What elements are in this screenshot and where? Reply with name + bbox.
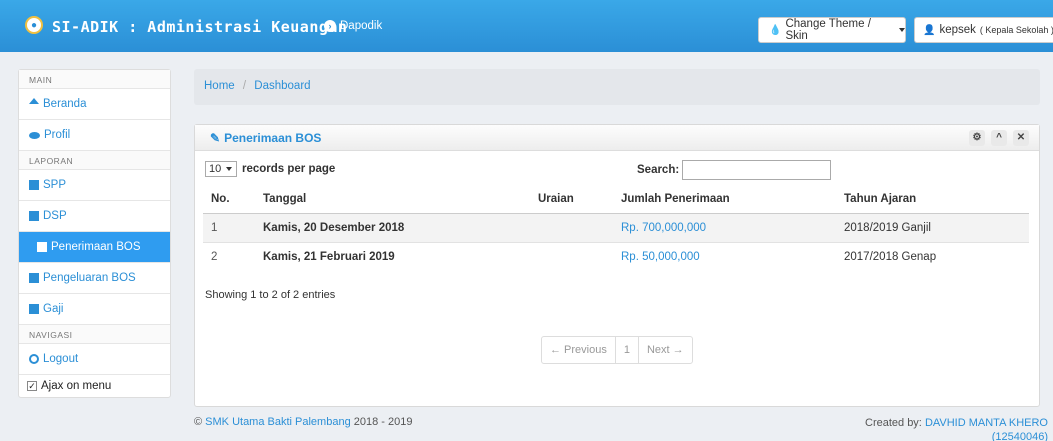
sidebar: MAIN Beranda Profil LAPORAN SPP DSP Pene… xyxy=(18,69,171,398)
sidebar-item-label: Pengeluaran BOS xyxy=(43,272,136,284)
pagination: ← Previous 1 Next → xyxy=(541,336,693,364)
sidebar-item-label: Penerimaan BOS xyxy=(51,241,141,253)
next-button[interactable]: Next → xyxy=(639,337,692,363)
user-role: ( Kepala Sekolah ) xyxy=(979,25,1053,35)
cell-tahun: 2017/2018 Genap xyxy=(836,241,1029,271)
dapodik-link[interactable]: › Dapodik xyxy=(324,20,382,32)
page-1-button[interactable]: 1 xyxy=(616,337,639,363)
sidebar-item-label: Logout xyxy=(43,353,79,365)
settings-icon[interactable]: ⚙ xyxy=(969,130,985,146)
sidebar-section-navigasi: NAVIGASI xyxy=(19,325,170,344)
cell-jumlah: Rp. 700,000,000 xyxy=(613,212,836,242)
sidebar-item-label: Beranda xyxy=(43,98,87,110)
change-theme-label: Change Theme / Skin xyxy=(785,18,871,42)
sidebar-item-dsp[interactable]: DSP xyxy=(19,201,170,232)
sidebar-item-pengeluaran-bos[interactable]: Pengeluaran BOS xyxy=(19,263,170,294)
cell-jumlah: Rp. 50,000,000 xyxy=(613,241,836,271)
column-header-tanggal[interactable]: Tanggal xyxy=(255,186,530,214)
penerimaan-bos-panel: ✎ Penerimaan BOS ⚙ ^ ✕ 10 records per pa… xyxy=(194,124,1040,407)
previous-button[interactable]: ← Previous xyxy=(542,337,616,363)
ajax-label: Ajax on menu xyxy=(41,380,112,392)
user-icon: 👤 xyxy=(923,24,936,36)
table-row[interactable]: 1 Kamis, 20 Desember 2018 Rp. 700,000,00… xyxy=(203,212,1029,242)
arrow-circle-icon: › xyxy=(324,20,336,32)
sidebar-section-laporan: LAPORAN xyxy=(19,151,170,170)
sidebar-item-logout[interactable]: Logout xyxy=(19,344,170,375)
home-icon xyxy=(29,98,39,104)
cell-tanggal: Kamis, 20 Desember 2018 xyxy=(255,212,530,242)
book-icon xyxy=(29,180,39,190)
column-header-jumlah[interactable]: Jumlah Penerimaan xyxy=(613,186,836,214)
column-header-uraian[interactable]: Uraian xyxy=(530,186,613,214)
caret-down-icon xyxy=(899,28,905,32)
user-name: kepsek xyxy=(939,24,976,36)
records-per-page: 10 records per page xyxy=(205,161,335,177)
panel-header: ✎ Penerimaan BOS xyxy=(195,125,1039,151)
records-value: 10 xyxy=(209,163,222,175)
sidebar-section-main: MAIN xyxy=(19,70,170,89)
eye-icon xyxy=(29,131,40,139)
footer-credits: Created by: DAVHID MANTA KHERO (12540046… xyxy=(865,416,1048,441)
footer-years: 2018 - 2019 xyxy=(353,416,413,428)
user-menu-button[interactable]: 👤 kepsek ( Kepala Sekolah ) xyxy=(914,17,1053,43)
cell-tanggal: Kamis, 21 Februari 2019 xyxy=(255,241,530,271)
dapodik-label: Dapodik xyxy=(340,20,383,32)
column-header-tahun[interactable]: Tahun Ajaran xyxy=(836,186,1029,214)
creator-link[interactable]: DAVHID MANTA KHERO xyxy=(925,417,1048,429)
ajax-checkbox[interactable]: ✓ xyxy=(27,381,37,391)
panel-tools: ⚙ ^ ✕ xyxy=(969,130,1029,146)
cell-no: 2 xyxy=(203,241,255,271)
book-icon xyxy=(29,304,39,314)
search-label: Search: xyxy=(637,164,680,176)
close-icon[interactable]: ✕ xyxy=(1013,130,1029,146)
breadcrumb-home[interactable]: Home xyxy=(204,80,235,92)
sidebar-item-penerimaan-bos[interactable]: Penerimaan BOS xyxy=(19,232,170,263)
breadcrumb: Home / Dashboard xyxy=(194,69,1040,105)
panel-title: Penerimaan BOS xyxy=(224,130,322,145)
records-label: records per page xyxy=(242,163,336,175)
cell-uraian xyxy=(530,241,613,271)
edit-icon: ✎ xyxy=(210,130,221,145)
ajax-toggle[interactable]: ✓ Ajax on menu xyxy=(19,375,170,397)
creator-id[interactable]: (12540046) xyxy=(992,431,1048,441)
search-box: Search: xyxy=(637,160,832,180)
records-select[interactable]: 10 xyxy=(205,161,237,177)
sidebar-item-profil[interactable]: Profil xyxy=(19,120,170,151)
book-icon xyxy=(37,242,47,252)
book-icon xyxy=(29,273,39,283)
school-link[interactable]: SMK Utama Bakti Palembang xyxy=(205,416,351,428)
sidebar-item-spp[interactable]: SPP xyxy=(19,170,170,201)
change-theme-button[interactable]: 💧 Change Theme / Skin xyxy=(758,17,906,43)
cell-no: 1 xyxy=(203,212,255,242)
penerimaan-table: No. Tanggal Uraian Jumlah Penerimaan Tah… xyxy=(203,186,1029,271)
entries-info: Showing 1 to 2 of 2 entries xyxy=(205,289,336,301)
app-title[interactable]: SI-ADIK : Administrasi Keuangan xyxy=(52,18,347,36)
footer-copyright: © SMK Utama Bakti Palembang 2018 - 2019 xyxy=(194,416,412,428)
created-label: Created by: xyxy=(865,417,922,429)
table-row[interactable]: 2 Kamis, 21 Februari 2019 Rp. 50,000,000… xyxy=(203,241,1029,271)
caret-down-icon xyxy=(226,167,233,171)
sidebar-item-beranda[interactable]: Beranda xyxy=(19,89,170,120)
cell-uraian xyxy=(530,212,613,242)
sidebar-item-label: DSP xyxy=(43,210,67,222)
book-icon xyxy=(29,211,39,221)
power-icon xyxy=(29,354,39,364)
breadcrumb-current[interactable]: Dashboard xyxy=(254,80,310,92)
sidebar-item-label: SPP xyxy=(43,179,67,191)
cell-tahun: 2018/2019 Ganjil xyxy=(836,212,1029,242)
collapse-icon[interactable]: ^ xyxy=(991,130,1007,146)
sidebar-item-label: Gaji xyxy=(43,303,64,315)
droplet-icon: 💧 xyxy=(769,24,782,36)
sidebar-item-label: Profil xyxy=(44,129,71,141)
top-navbar: ● SI-ADIK : Administrasi Keuangan › Dapo… xyxy=(0,0,1053,52)
sidebar-item-gaji[interactable]: Gaji xyxy=(19,294,170,325)
breadcrumb-separator: / xyxy=(242,80,247,92)
table-header-row: No. Tanggal Uraian Jumlah Penerimaan Tah… xyxy=(203,186,1029,214)
copyright-symbol: © xyxy=(194,416,203,428)
search-input[interactable] xyxy=(682,160,832,180)
column-header-no[interactable]: No. xyxy=(203,186,255,214)
school-logo-icon: ● xyxy=(25,16,43,34)
